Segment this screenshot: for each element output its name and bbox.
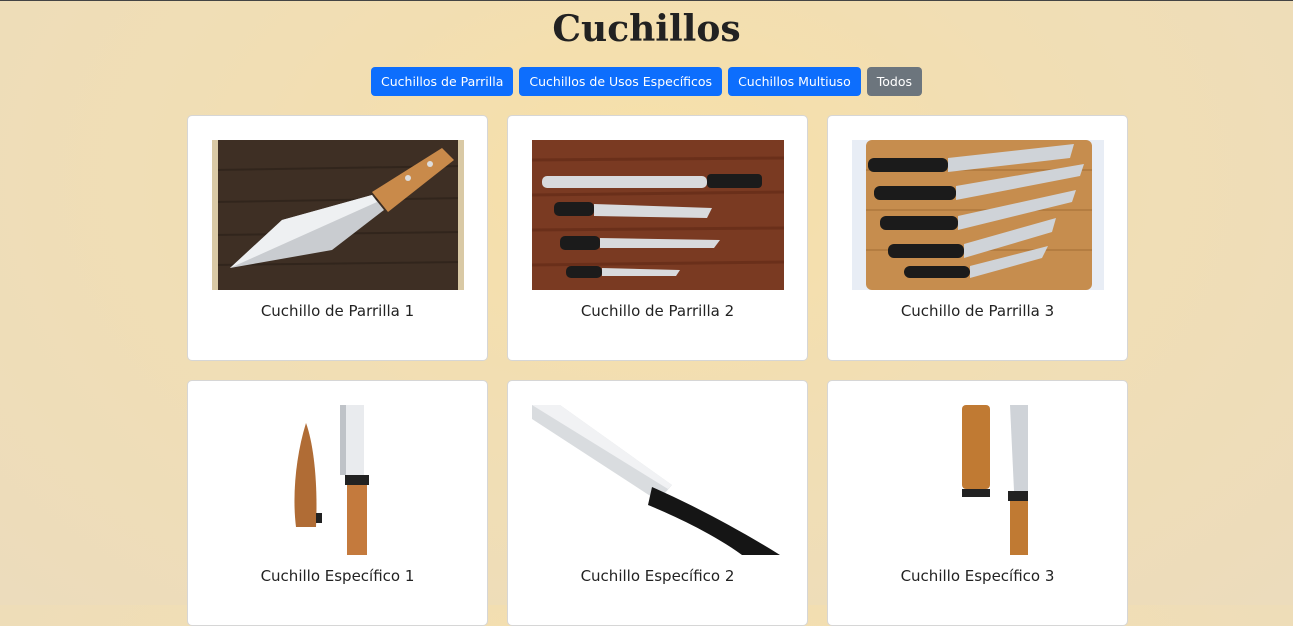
product-card[interactable]: Cuchillo de Parrilla 2 <box>507 115 808 361</box>
product-card[interactable]: Cuchillo Específico 3 <box>827 380 1128 626</box>
filter-todos-button[interactable]: Todos <box>866 67 922 96</box>
product-title: Cuchillo de Parrilla 2 <box>580 302 735 320</box>
product-title: Cuchillo Específico 3 <box>900 567 1055 585</box>
product-card[interactable]: Cuchillo de Parrilla 1 <box>187 115 488 361</box>
filter-multiuso-button[interactable]: Cuchillos Multiuso <box>728 67 861 96</box>
product-title: Cuchillo Específico 1 <box>260 567 415 585</box>
product-image <box>852 405 1104 555</box>
product-title: Cuchillo de Parrilla 3 <box>900 302 1055 320</box>
product-title: Cuchillo de Parrilla 1 <box>260 302 415 320</box>
filter-parrilla-button[interactable]: Cuchillos de Parrilla <box>371 67 514 96</box>
product-image <box>532 405 784 555</box>
product-grid: Cuchillo de Parrilla 1 Cuchillo de Parri… <box>187 115 1128 626</box>
product-card[interactable]: Cuchillo de Parrilla 3 <box>827 115 1128 361</box>
product-image <box>212 140 464 290</box>
product-card[interactable]: Cuchillo Específico 2 <box>507 380 808 626</box>
filter-usos-especificos-button[interactable]: Cuchillos de Usos Específicos <box>519 67 723 96</box>
product-title: Cuchillo Específico 2 <box>580 567 735 585</box>
product-image <box>532 140 784 290</box>
filter-bar: Cuchillos de Parrilla Cuchillos de Usos … <box>0 67 1293 96</box>
page-title: Cuchillos <box>552 8 741 50</box>
product-image <box>212 405 464 555</box>
product-card[interactable]: Cuchillo Específico 1 <box>187 380 488 626</box>
product-image <box>852 140 1104 290</box>
